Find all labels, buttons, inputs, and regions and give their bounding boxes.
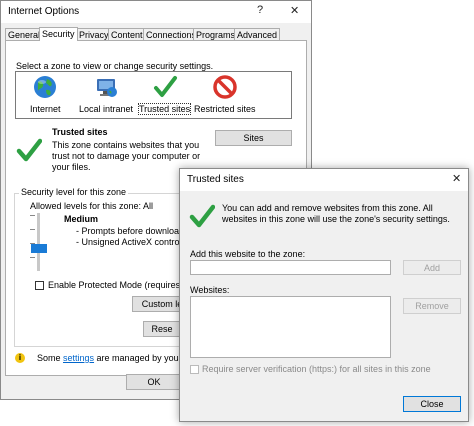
remove-button[interactable]: Remove <box>403 298 461 314</box>
zone-label: Trusted sites <box>137 103 192 115</box>
dialog-title-bar: Trusted sites ✕ <box>180 169 468 191</box>
zone-trusted-sites[interactable]: Trusted sites <box>137 74 192 115</box>
zone-label: Restricted sites <box>194 104 256 114</box>
security-slider-thumb[interactable] <box>31 244 47 253</box>
zone-list: Internet Local intranet Trusted sites Re… <box>15 71 292 119</box>
slider-tick <box>30 229 35 230</box>
tab-security[interactable]: Security <box>39 27 78 41</box>
dialog-title: Trusted sites <box>187 174 244 185</box>
tab-general[interactable]: General <box>5 28 44 40</box>
title-bar: Internet Options ? ✕ <box>1 1 311 23</box>
allowed-levels-text: Allowed levels for this zone: All <box>30 201 154 211</box>
zone-label: Local intranet <box>79 104 134 114</box>
checkmark-icon <box>16 138 42 162</box>
level-bullet: - Prompts before downloadin <box>76 226 192 236</box>
add-website-input[interactable] <box>190 260 391 275</box>
level-name: Medium <box>64 214 99 224</box>
slider-tick <box>30 215 35 216</box>
zone-local-intranet[interactable]: Local intranet <box>79 74 133 114</box>
tab-content[interactable]: Content <box>108 28 146 40</box>
security-slider-track[interactable] <box>37 213 40 271</box>
add-button[interactable]: Add <box>403 260 461 275</box>
close-icon[interactable]: ✕ <box>452 172 461 185</box>
zone-heading: Trusted sites <box>52 127 108 137</box>
trusted-sites-dialog: Trusted sites ✕ You can add and remove w… <box>179 168 469 422</box>
sites-button[interactable]: Sites <box>215 130 292 146</box>
zone-restricted-sites[interactable]: Restricted sites <box>194 74 256 114</box>
info-icon: i <box>15 353 25 363</box>
window-title: Internet Options <box>8 6 80 17</box>
security-level-label: Security level for this zone <box>19 187 129 197</box>
reset-all-zones-button[interactable]: Rese <box>143 321 181 337</box>
tab-advanced[interactable]: Advanced <box>234 28 281 40</box>
tab-privacy[interactable]: Privacy <box>76 28 112 40</box>
websites-label: Websites: <box>190 285 230 295</box>
no-entry-icon <box>213 75 237 99</box>
ok-button[interactable]: OK <box>126 374 182 390</box>
zone-internet[interactable]: Internet <box>30 74 61 114</box>
protected-mode-checkbox[interactable] <box>35 281 44 290</box>
help-icon[interactable]: ? <box>257 4 263 16</box>
checkmark-icon <box>153 76 177 97</box>
dialog-description: You can add and remove websites from thi… <box>222 203 450 224</box>
require-verification-label: Require server verification (https:) for… <box>202 364 431 374</box>
globe-icon <box>34 76 57 98</box>
add-website-label: Add this website to the zone: <box>190 249 306 259</box>
checkmark-icon <box>189 204 215 228</box>
slider-tick <box>30 257 35 258</box>
require-verification-checkbox[interactable] <box>190 365 199 374</box>
intranet-icon <box>97 79 118 97</box>
info-text-before: Some <box>37 353 64 363</box>
close-button[interactable]: Close <box>403 396 461 412</box>
websites-list[interactable] <box>190 296 391 358</box>
level-bullet: - Unsigned ActiveX controls w <box>76 237 196 247</box>
close-icon[interactable]: ✕ <box>290 4 299 17</box>
select-zone-text: Select a zone to view or change security… <box>16 61 214 71</box>
tab-connections[interactable]: Connections <box>143 28 200 40</box>
zone-label: Internet <box>30 104 61 114</box>
settings-link[interactable]: settings <box>63 353 94 363</box>
managed-settings-text: Some settings are managed by your sys <box>37 353 198 363</box>
tab-programs[interactable]: Programs <box>193 28 239 40</box>
